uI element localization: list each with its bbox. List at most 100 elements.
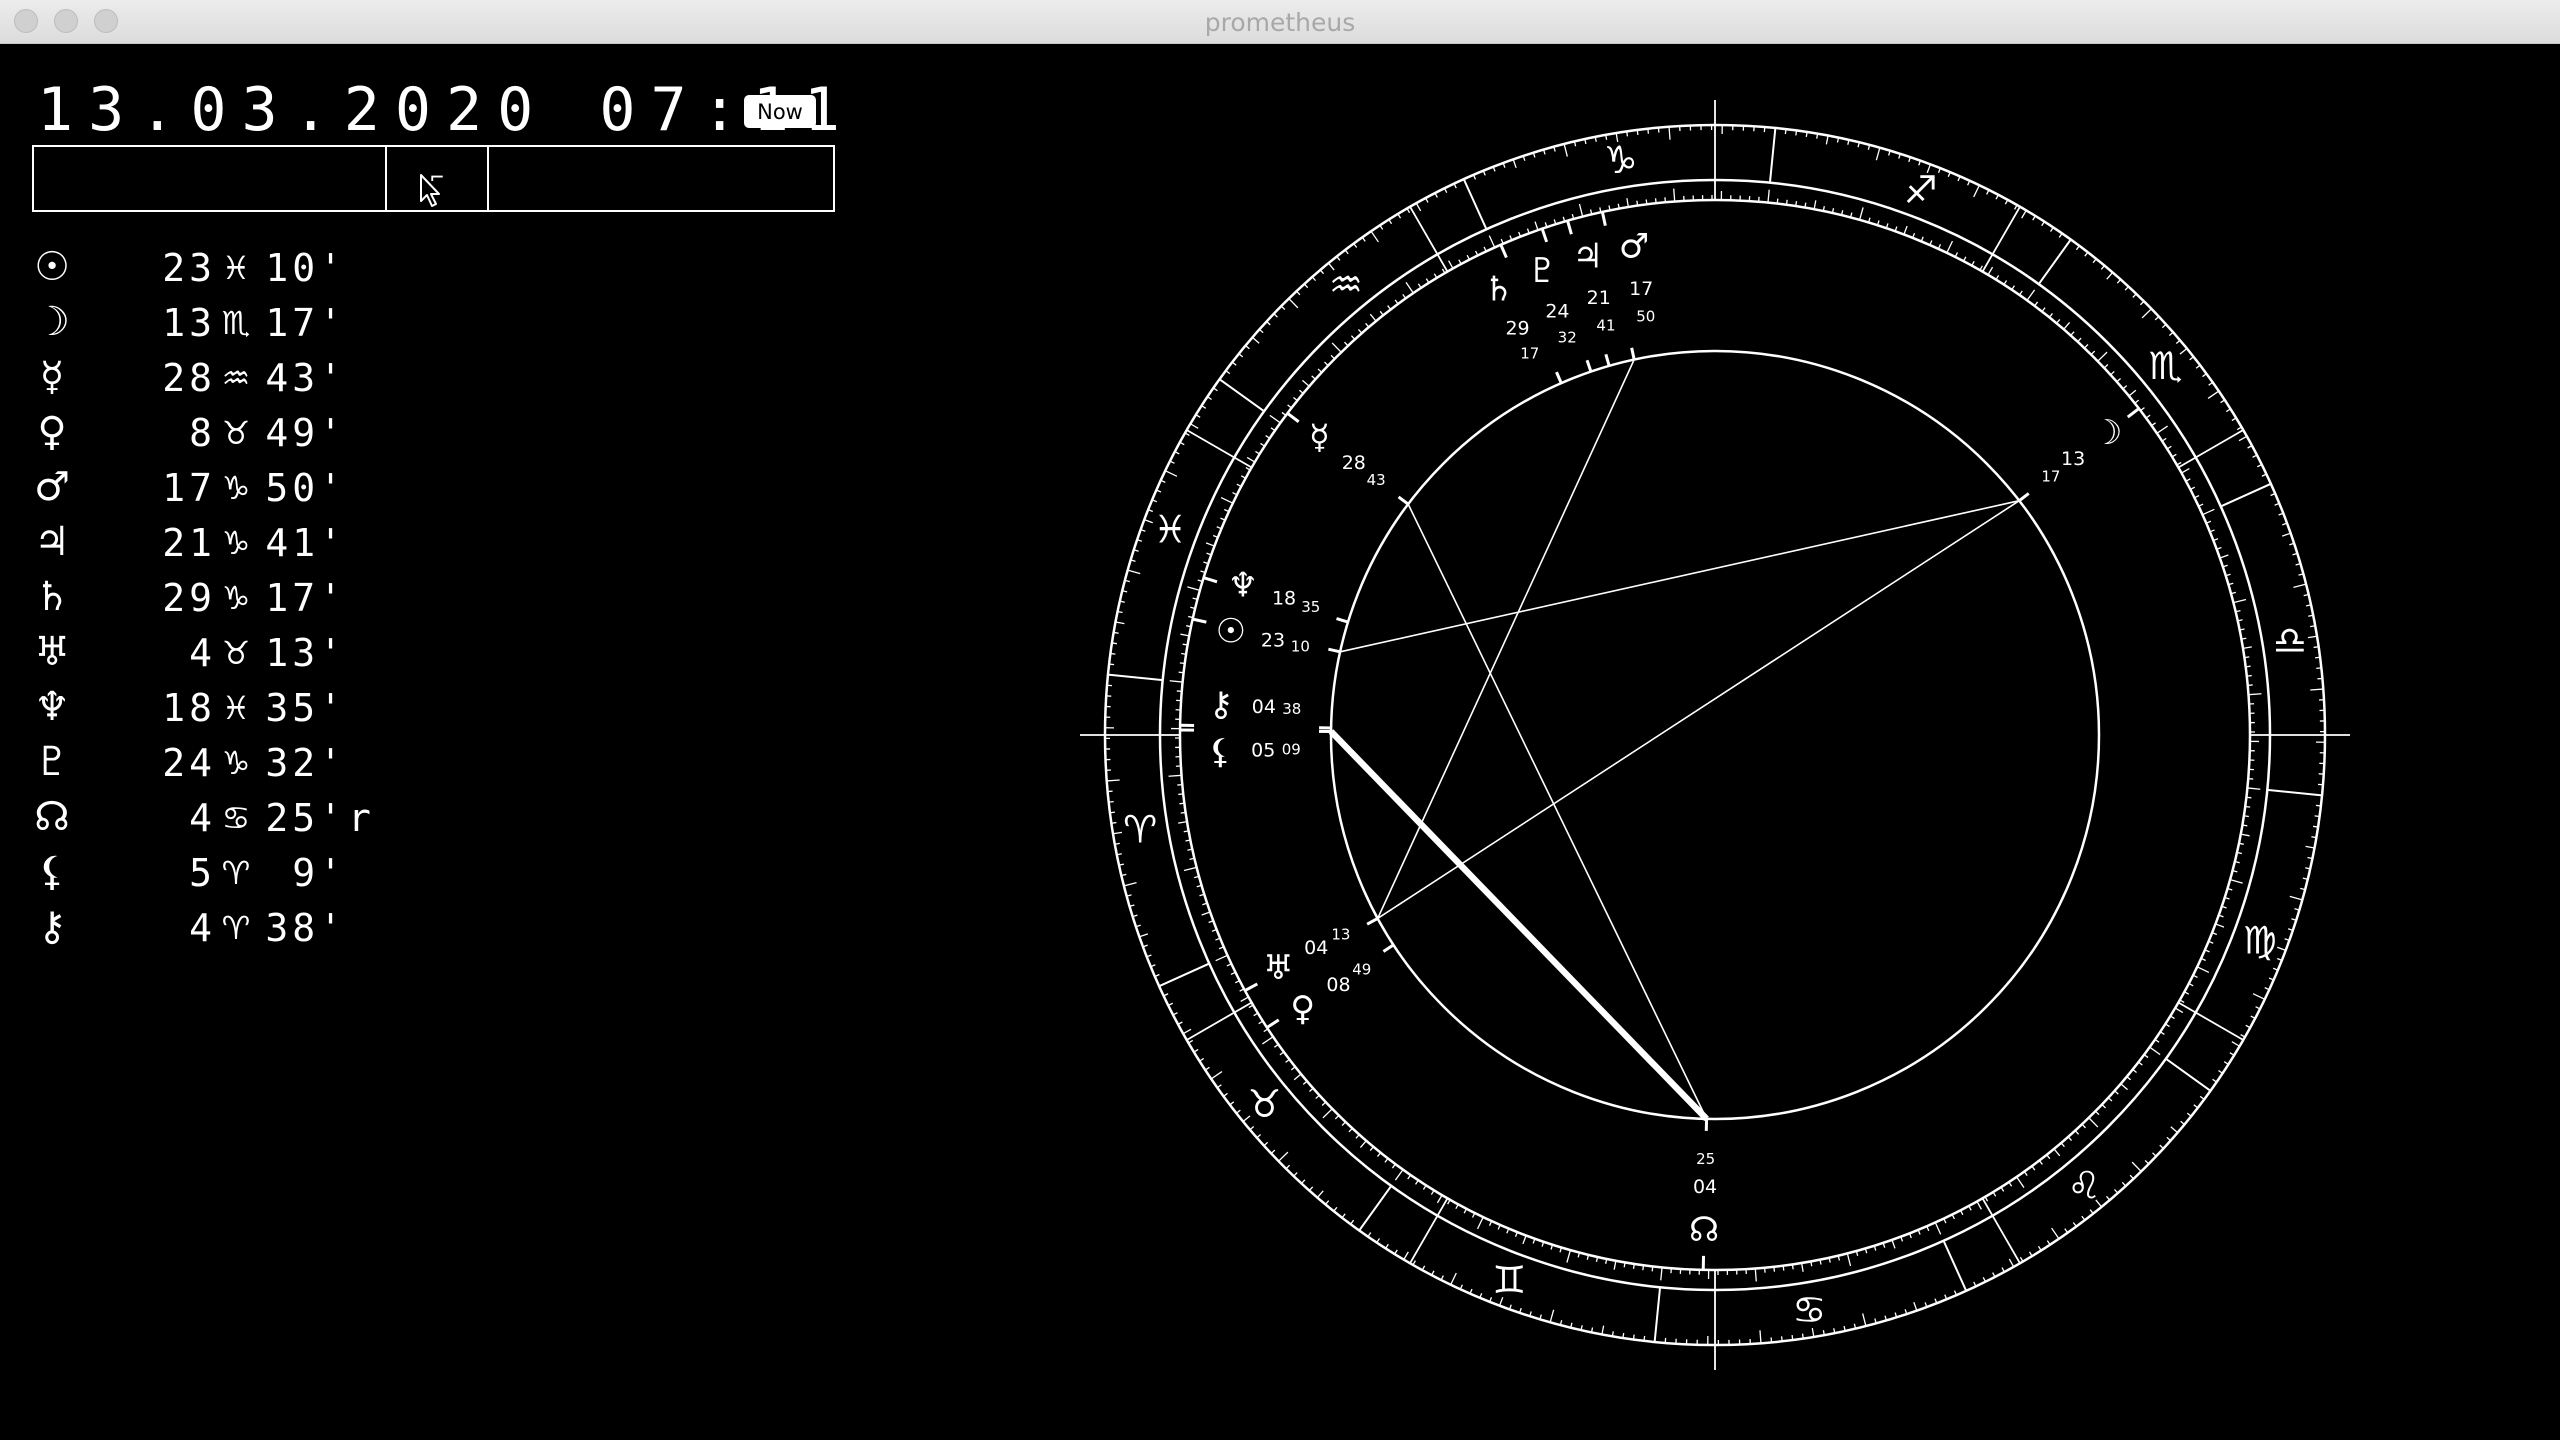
degree-tick [1273, 313, 1278, 318]
degree-tick [2143, 1054, 2149, 1059]
house-cusp [1981, 1197, 2021, 1264]
degree-tick [1563, 143, 1568, 157]
degree-tick [1258, 1020, 1264, 1025]
degree-tick [2034, 301, 2039, 307]
degree-tick [1127, 569, 1141, 575]
natal-chart-wheel[interactable]: ♈♉♊♋♌♍♎♏♐♑♒♓ ⚷ 04 38⚸ 05 09♅0413♀0849☊0425☽1… [1080, 100, 2350, 1370]
degree-tick [1509, 235, 1513, 241]
degree-tick [1269, 414, 1281, 424]
degree-tick [1422, 1184, 1427, 1190]
planet-marker [1328, 647, 1341, 654]
sign-boundary [1653, 1287, 1662, 1343]
degree-tick [1180, 811, 1186, 814]
degree-tick [1645, 199, 1648, 205]
sign-boundary [1768, 127, 1777, 183]
planet-degree: 8 [189, 411, 216, 455]
degree-tick [1218, 946, 1224, 950]
house-cusp [1409, 206, 1449, 273]
degree-tick [1139, 933, 1149, 938]
degree-tick [1767, 189, 1770, 203]
degree-tick [2310, 688, 2324, 691]
degree-tick [1245, 345, 1250, 350]
degree-tick [1776, 198, 1779, 204]
degree-tick [1391, 1163, 1396, 1169]
degree-tick [1210, 1071, 1223, 1080]
degree-tick [1111, 642, 1118, 645]
degree-tick [2238, 435, 2248, 442]
degree-tick [2272, 967, 2279, 971]
planet-row: ☽ 13 ♏ 17' [30, 297, 430, 352]
degree-tick [1344, 249, 1349, 255]
sign-boundary [1158, 962, 1210, 988]
sun-icon: ☉ [34, 244, 70, 290]
node-icon: ☊ [34, 794, 70, 840]
planet-minute: 43' [265, 356, 346, 400]
degree-tick [1182, 643, 1188, 646]
degree-tick [2248, 693, 2262, 696]
degree-tick [2072, 1222, 2077, 1227]
planet-degree-label: 18 [1272, 588, 1296, 610]
right-input-field[interactable] [489, 147, 833, 210]
planet-marker [1366, 917, 1379, 926]
moon-icon: ☽ [34, 299, 70, 345]
degree-tick [1270, 1149, 1276, 1154]
degree-tick [1229, 1101, 1235, 1106]
degree-tick [1846, 1253, 1852, 1267]
degree-tick [2223, 1061, 2229, 1065]
planet-marker [1499, 244, 1508, 259]
degree-tick [2016, 1176, 2025, 1188]
degree-tick [1636, 129, 1639, 136]
sign-icon: ♈ [1123, 807, 1157, 851]
degree-tick [2138, 1061, 2143, 1066]
degree-tick [1479, 1292, 1483, 1299]
degree-tick [1178, 821, 1188, 824]
degree-tick [2070, 331, 2075, 336]
planet-degree: 17 [162, 466, 216, 510]
degree-tick [1201, 405, 1207, 409]
mars-icon: ♂ [34, 464, 70, 510]
degree-tick [1506, 1228, 1510, 1234]
planet-minute-label: 35 [1301, 598, 1320, 616]
planet-marker [1555, 371, 1563, 384]
sign-icon: ♏ [2149, 344, 2183, 388]
degree-tick [2149, 1046, 2161, 1056]
sign-icon: ♑ [1604, 138, 1638, 182]
planet-degree-label: 05 [1251, 739, 1275, 761]
planet-minute: 17' [265, 301, 346, 345]
degree-tick [1791, 1264, 1794, 1270]
degree-tick [2053, 1148, 2061, 1157]
left-input-field[interactable] [34, 147, 387, 210]
degree-tick [1549, 1309, 1555, 1323]
degree-tick [1780, 1336, 1783, 1342]
degree-tick [2209, 529, 2215, 533]
degree-tick [2077, 337, 2082, 343]
degree-tick [1303, 283, 1309, 289]
degree-tick [1334, 1114, 1340, 1120]
planet-icon: ☉ [1216, 612, 1246, 652]
planet-row: ♄ 29 ♑ 17' [30, 572, 430, 627]
degree-tick [2060, 1142, 2065, 1148]
degree-tick [1566, 1249, 1572, 1263]
degree-tick [2084, 344, 2089, 349]
datetime-display[interactable]: 13.03.2020 07:11 [37, 74, 855, 146]
planet-minute-label: 43 [1367, 471, 1386, 489]
middle-input-field[interactable]: ⌐ [387, 147, 489, 210]
planet-degree-label: 04 [1252, 696, 1276, 718]
planet-degree-label: 04 [1693, 1176, 1717, 1198]
degree-tick [2208, 940, 2214, 944]
planet-row: ♇ 24 ♑ 32' [30, 737, 430, 792]
degree-tick [1415, 202, 1422, 212]
degree-tick [1622, 1332, 1625, 1339]
degree-tick [1403, 1251, 1409, 1260]
sign-boundary [2037, 238, 2072, 285]
now-button[interactable]: Now [744, 95, 816, 128]
degree-tick [2134, 399, 2140, 404]
degree-tick [2195, 364, 2201, 369]
degree-tick [1601, 1325, 1605, 1335]
planet-sign-icon: ♋ [221, 799, 251, 837]
degree-tick [1179, 802, 1185, 805]
degree-tick [1156, 489, 1162, 493]
degree-tick [1144, 518, 1153, 524]
sign-boundary [1218, 378, 1265, 413]
degree-tick [1319, 269, 1325, 275]
